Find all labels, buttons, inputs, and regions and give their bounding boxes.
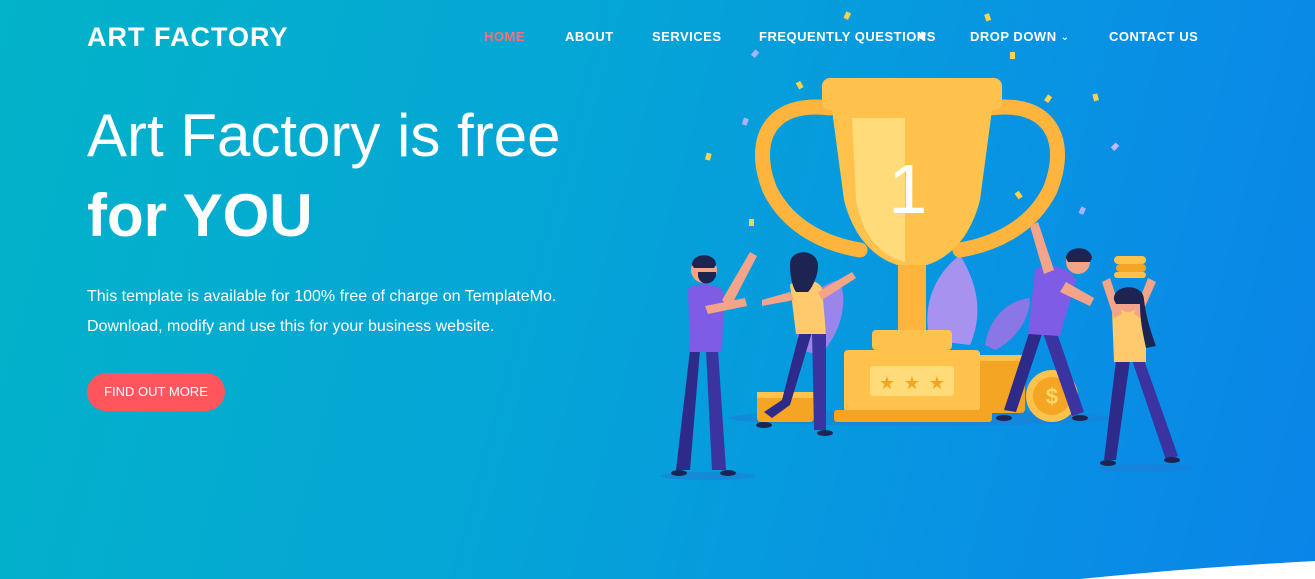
- hero-title-line-1: Art Factory is free: [87, 102, 561, 169]
- find-out-more-button[interactable]: FIND OUT MORE: [87, 373, 225, 411]
- nav-home[interactable]: HOME: [484, 29, 525, 44]
- hero-title: Art Factory is free for YOU: [87, 96, 647, 256]
- svg-text:★: ★: [929, 373, 945, 393]
- hero-description-line-1: This template is available for 100% free…: [87, 288, 557, 305]
- svg-text:★: ★: [904, 373, 920, 393]
- bottom-curve: [1080, 561, 1315, 579]
- trophy-number: 1: [889, 150, 928, 228]
- hero-title-line-2: for YOU: [87, 182, 313, 249]
- trophy-illustration: $ ★ ★ ★ 1: [660, 11, 1193, 480]
- nav-about[interactable]: ABOUT: [565, 29, 614, 44]
- svg-text:★: ★: [879, 373, 895, 393]
- hero-description: This template is available for 100% free…: [87, 282, 647, 342]
- hero-description-line-2: Download, modify and use this for your b…: [87, 318, 495, 335]
- person-man-left: [671, 252, 757, 476]
- svg-text:$: $: [1046, 384, 1058, 409]
- person-woman-coins: [1100, 256, 1180, 466]
